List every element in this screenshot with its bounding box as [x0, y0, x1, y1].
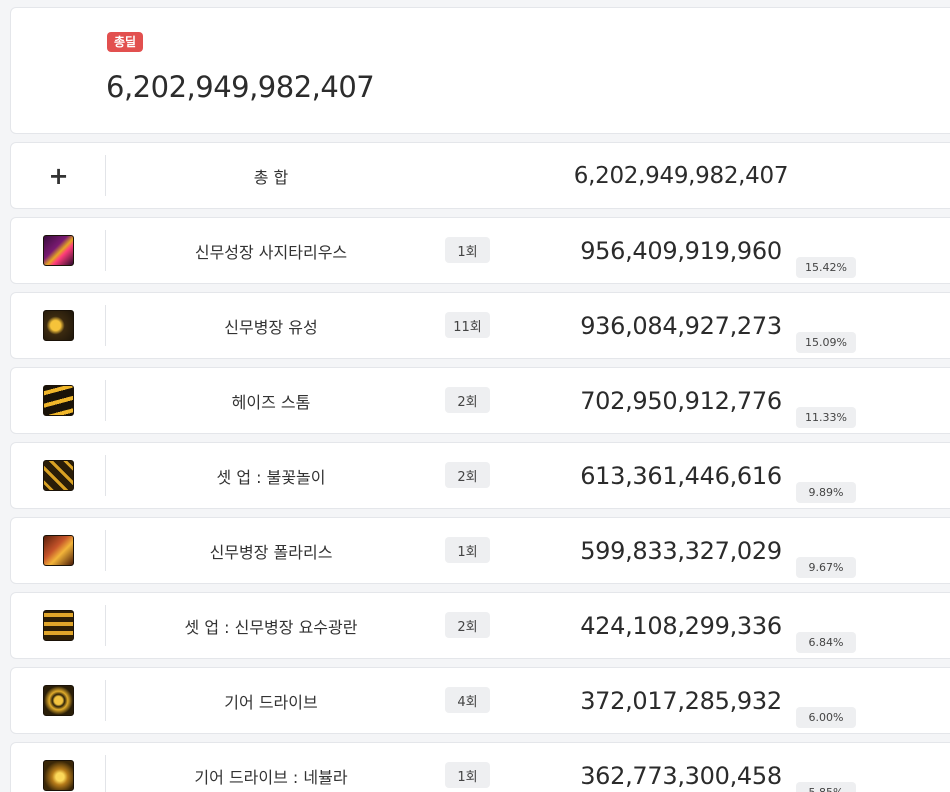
skill-row[interactable]: 셋 업 : 신무병장 요수광란 2회 424,108,299,336 6.84%	[10, 592, 950, 659]
row-divider	[105, 755, 106, 792]
hit-count-badge: 2회	[445, 387, 490, 413]
damage-share-badge: 11.33%	[796, 407, 856, 428]
plus-icon[interactable]: +	[48, 164, 68, 188]
total-damage-badge: 총딜	[107, 32, 144, 52]
skill-row[interactable]: 신무병장 유성 11회 936,084,927,273 15.09%	[10, 292, 950, 359]
skill-row[interactable]: 셋 업 : 불꽃놀이 2회 613,361,446,616 9.89%	[10, 442, 950, 509]
skill-name: 신무성장 사지타리우스	[194, 242, 348, 262]
total-row[interactable]: + 총 합 6,202,949,982,407	[10, 142, 950, 209]
sagittarius-skill-icon	[43, 235, 74, 266]
skill-name: 신무병장 폴라리스	[209, 542, 333, 562]
hit-count-badge: 4회	[445, 687, 490, 713]
skill-name: 셋 업 : 불꽃놀이	[216, 467, 326, 487]
damage-share-badge: 9.67%	[796, 557, 856, 578]
damage-share-badge: 6.00%	[796, 707, 856, 728]
row-divider	[105, 455, 106, 496]
damage-share-badge: 6.84%	[796, 632, 856, 653]
skill-row[interactable]: 신무병장 폴라리스 1회 599,833,327,029 9.67%	[10, 517, 950, 584]
skill-damage: 956,409,919,960	[580, 236, 782, 265]
damage-share-badge: 15.09%	[796, 332, 856, 353]
row-divider	[105, 230, 106, 271]
row-divider	[105, 530, 106, 571]
row-divider	[105, 155, 106, 196]
frenzy-skill-icon	[43, 610, 74, 641]
row-divider	[105, 305, 106, 346]
nebula-skill-icon	[43, 760, 74, 791]
skill-name: 기어 드라이브	[224, 692, 318, 712]
total-damage-value: 6,202,949,982,407	[106, 70, 375, 104]
skill-damage: 702,950,912,776	[580, 386, 782, 415]
damage-share-badge: 15.42%	[796, 257, 856, 278]
skill-row[interactable]: 기어 드라이브 : 네뷸라 1회 362,773,300,458 5.85%	[10, 742, 950, 792]
damage-share-badge: 9.89%	[796, 482, 856, 503]
skill-row[interactable]: 신무성장 사지타리우스 1회 956,409,919,960 15.42%	[10, 217, 950, 284]
total-row-label: 총 합	[253, 167, 289, 187]
skill-name: 기어 드라이브 : 네뷸라	[194, 767, 348, 787]
skill-name: 헤이즈 스톰	[231, 392, 311, 412]
skill-damage: 599,833,327,029	[580, 536, 782, 565]
skill-damage: 424,108,299,336	[580, 611, 782, 640]
hit-count-badge: 2회	[445, 462, 490, 488]
haze-storm-skill-icon	[43, 385, 74, 416]
skill-damage: 613,361,446,616	[580, 461, 782, 490]
skill-damage: 362,773,300,458	[580, 761, 782, 790]
expand-toggle[interactable]: +	[11, 143, 106, 208]
hit-count-badge: 1회	[445, 237, 490, 263]
total-row-value: 6,202,949,982,407	[573, 162, 789, 189]
gear-drive-skill-icon	[43, 685, 74, 716]
polaris-skill-icon	[43, 535, 74, 566]
row-divider	[105, 380, 106, 421]
meteor-skill-icon	[43, 310, 74, 341]
skill-damage: 372,017,285,932	[580, 686, 782, 715]
row-divider	[105, 680, 106, 721]
total-damage-card: 총딜 6,202,949,982,407	[10, 7, 950, 134]
skill-name: 신무병장 유성	[224, 317, 318, 337]
skill-name: 셋 업 : 신무병장 요수광란	[184, 617, 358, 637]
skill-row[interactable]: 기어 드라이브 4회 372,017,285,932 6.00%	[10, 667, 950, 734]
skill-row[interactable]: 헤이즈 스톰 2회 702,950,912,776 11.33%	[10, 367, 950, 434]
fireworks-skill-icon	[43, 460, 74, 491]
row-divider	[105, 605, 106, 646]
damage-breakdown-page: 총딜 6,202,949,982,407 + 총 합 6,202,949,982…	[0, 0, 950, 792]
hit-count-badge: 1회	[445, 537, 490, 563]
skill-damage: 936,084,927,273	[580, 311, 782, 340]
hit-count-badge: 11회	[445, 312, 490, 338]
hit-count-badge: 2회	[445, 612, 490, 638]
hit-count-badge: 1회	[445, 762, 490, 788]
damage-share-badge: 5.85%	[796, 782, 856, 792]
